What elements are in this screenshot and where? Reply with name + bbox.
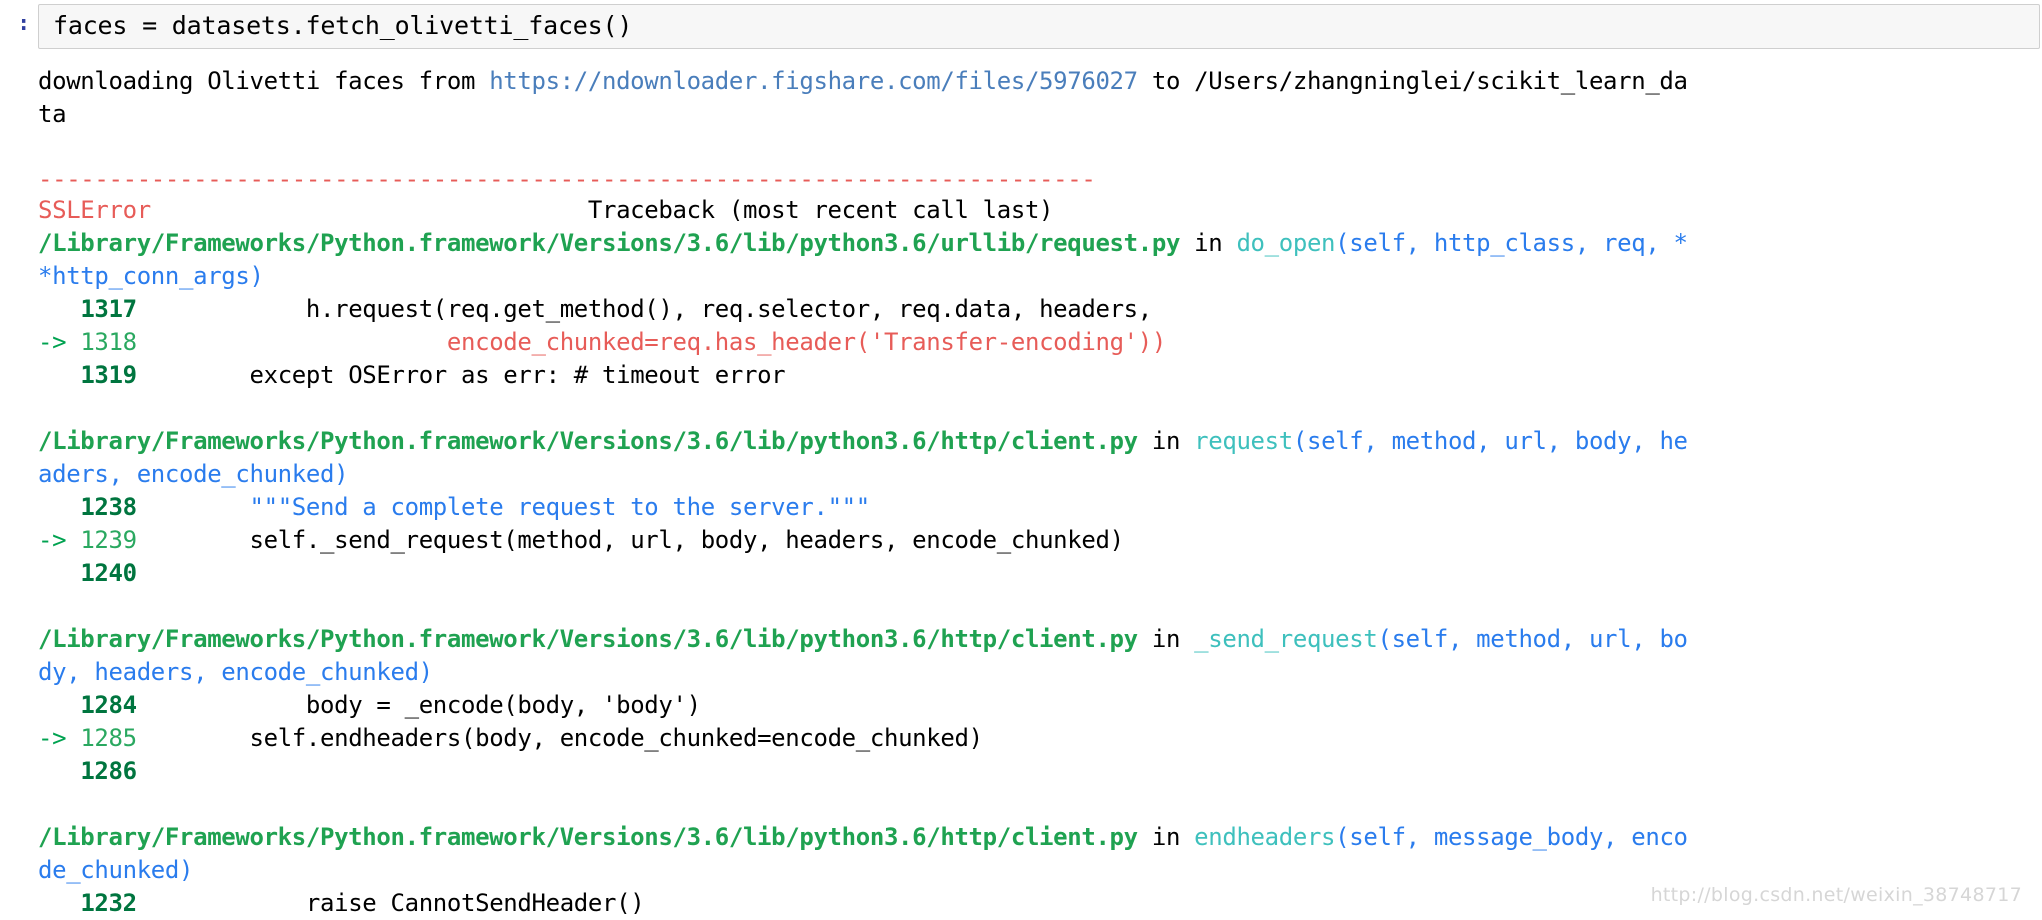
frame-line-number: 1240 xyxy=(80,559,137,587)
frame-line-marker: -> xyxy=(38,328,81,356)
download-message-wrap-line: ta xyxy=(38,98,2038,131)
traceback-code-row: 1232 raise CannotSendHeader() xyxy=(38,887,2038,920)
traceback-frame-header: /Library/Frameworks/Python.framework/Ver… xyxy=(38,425,2038,458)
frame-line-number: 1286 xyxy=(80,757,137,785)
frame-line-number: 1285 xyxy=(80,724,137,752)
frame-signature-args: self, method, url, body, he xyxy=(1306,427,1688,455)
notebook-cell: : faces = datasets.fetch_olivetti_faces(… xyxy=(0,0,2042,920)
traceback-code-row: 1284 body = _encode(body, 'body') xyxy=(38,689,2038,722)
frame-line-marker xyxy=(38,691,80,719)
code-input-line[interactable]: faces = datasets.fetch_olivetti_faces() xyxy=(53,11,2039,41)
frame-signature-wrap: *http_conn_args) xyxy=(38,262,264,290)
frame-function-name: endheaders xyxy=(1194,823,1336,851)
frame-source-code: self._send_request(method, url, body, he… xyxy=(136,526,1125,554)
frame-line-number: 1319 xyxy=(80,361,137,389)
traceback-code-row: 1240 xyxy=(38,557,2038,590)
frame-line-number: 1284 xyxy=(80,691,137,719)
traceback-frame-header: /Library/Frameworks/Python.framework/Ver… xyxy=(38,227,2038,260)
frame-in-keyword: in xyxy=(1180,229,1237,257)
frame-line-marker xyxy=(38,295,80,323)
frame-paren-open: ( xyxy=(1335,823,1350,851)
exception-header-gap xyxy=(151,196,588,224)
frame-in-keyword: in xyxy=(1137,823,1195,851)
exception-type: SSLError xyxy=(38,196,151,224)
frame-function-name: do_open xyxy=(1236,229,1336,257)
frame-line-number: 1317 xyxy=(80,295,137,323)
frame-paren-open: ( xyxy=(1377,625,1392,653)
frame-function-name: _send_request xyxy=(1194,625,1378,653)
frame-line-marker xyxy=(38,757,80,785)
traceback-frame-header-wrap: de_chunked) xyxy=(38,854,2038,887)
frame-line-marker xyxy=(38,361,80,389)
traceback-label: Traceback (most recent call last) xyxy=(587,196,1054,224)
frame-in-keyword: in xyxy=(1137,625,1195,653)
traceback-frame-header: /Library/Frameworks/Python.framework/Ver… xyxy=(38,821,2038,854)
code-cell-input-row: : faces = datasets.fetch_olivetti_faces(… xyxy=(0,0,2042,49)
frame-paren-open: ( xyxy=(1335,229,1350,257)
frame-source-code: except OSError as err: # timeout error xyxy=(136,361,786,389)
traceback-code-row-current: -> 1285 self.endheaders(body, encode_chu… xyxy=(38,722,2038,755)
frame-line-marker: -> xyxy=(38,724,81,752)
input-prompt: : xyxy=(17,11,30,35)
traceback-code-row: 1317 h.request(req.get_method(), req.sel… xyxy=(38,293,2038,326)
frame-in-keyword: in xyxy=(1137,427,1195,455)
frame-line-marker xyxy=(38,493,80,521)
frame-line-marker: -> xyxy=(38,526,81,554)
frame-paren-open: ( xyxy=(1292,427,1307,455)
traceback-code-row: 1238 """Send a complete request to the s… xyxy=(38,491,2038,524)
download-message-line: downloading Olivetti faces from https://… xyxy=(38,65,2038,98)
traceback-frame-header-wrap: dy, headers, encode_chunked) xyxy=(38,656,2038,689)
frame-signature-args: self, http_class, req, * xyxy=(1349,229,1688,257)
traceback-separator: ----------------------------------------… xyxy=(38,165,1096,193)
frame-signature-wrap: dy, headers, encode_chunked) xyxy=(38,658,433,686)
frame-signature-wrap: aders, encode_chunked) xyxy=(38,460,349,488)
frame-source-code: self.endheaders(body, encode_chunked=enc… xyxy=(136,724,984,752)
traceback-frame-header: /Library/Frameworks/Python.framework/Ver… xyxy=(38,623,2038,656)
download-url-link[interactable]: https://ndownloader.figshare.com/files/5… xyxy=(489,67,1138,95)
frame-source-code: encode_chunked=req.has_header('Transfer-… xyxy=(136,328,1166,356)
frame-function-name: request xyxy=(1194,427,1293,455)
traceback-code-row: 1286 xyxy=(38,755,2038,788)
frame-line-marker xyxy=(38,889,80,917)
frame-file-path[interactable]: /Library/Frameworks/Python.framework/Ver… xyxy=(38,229,1180,257)
code-editor[interactable]: faces = datasets.fetch_olivetti_faces() xyxy=(38,4,2040,49)
exception-header-line: SSLError Traceback (most recent call las… xyxy=(38,194,2038,227)
cell-output-area: downloading Olivetti faces from https://… xyxy=(0,49,2042,920)
frame-signature-args: self, method, url, bo xyxy=(1391,625,1688,653)
download-message-prefix: downloading Olivetti faces from xyxy=(38,67,490,95)
frame-source-code: raise CannotSendHeader() xyxy=(136,889,645,917)
frame-source-code: body = _encode(body, 'body') xyxy=(136,691,701,719)
frame-file-path[interactable]: /Library/Frameworks/Python.framework/Ver… xyxy=(38,823,1138,851)
frame-file-path[interactable]: /Library/Frameworks/Python.framework/Ver… xyxy=(38,427,1138,455)
traceback-code-row-current: -> 1318 encode_chunked=req.has_header('T… xyxy=(38,326,2038,359)
frame-line-number: 1318 xyxy=(80,328,137,356)
download-message-suffix: to /Users/zhangninglei/scikit_learn_da xyxy=(1137,67,1688,95)
traceback-frame-header-wrap: aders, encode_chunked) xyxy=(38,458,2038,491)
traceback-code-row: 1319 except OSError as err: # timeout er… xyxy=(38,359,2038,392)
traceback-frame-header-wrap: *http_conn_args) xyxy=(38,260,2038,293)
frame-line-number: 1232 xyxy=(80,889,137,917)
frame-source-code: """Send a complete request to the server… xyxy=(136,493,871,521)
frame-source-code: h.request(req.get_method(), req.selector… xyxy=(136,295,1152,323)
frame-signature-args: self, message_body, enco xyxy=(1349,823,1688,851)
frame-file-path[interactable]: /Library/Frameworks/Python.framework/Ver… xyxy=(38,625,1138,653)
frame-line-marker xyxy=(38,559,80,587)
frame-signature-wrap: de_chunked) xyxy=(38,856,194,884)
frame-line-number: 1239 xyxy=(80,526,137,554)
frame-line-number: 1238 xyxy=(80,493,137,521)
traceback-code-row-current: -> 1239 self._send_request(method, url, … xyxy=(38,524,2038,557)
download-message-wrap: ta xyxy=(38,100,67,128)
